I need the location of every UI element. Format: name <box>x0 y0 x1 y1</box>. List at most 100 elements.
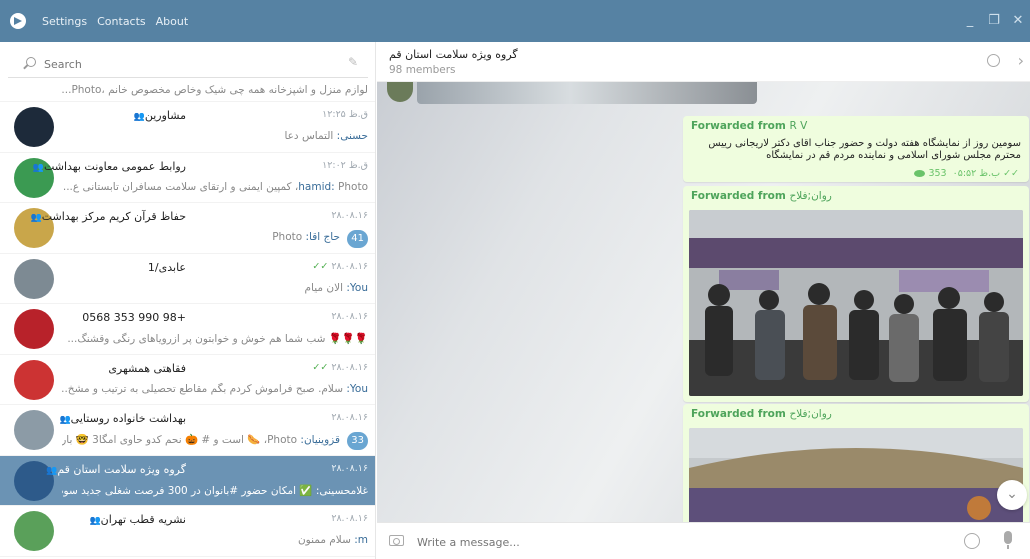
chat-title: روابط عمومی معاونت بهداشت👥 <box>32 159 186 173</box>
chat-preview: حسنی: التماس دعا <box>284 130 368 142</box>
microphone-icon[interactable] <box>1004 531 1012 549</box>
chevron-right-icon[interactable]: › <box>1018 51 1024 70</box>
chat-preview: m: سلام ممنون <box>297 534 368 546</box>
forwarded-label[interactable]: Forwarded from روان;فلاح <box>691 190 832 202</box>
chat-list-item[interactable]: روابط عمومی معاونت بهداشت👥 ۱۲:۰۲ ق.ظ hamid… <box>0 153 375 203</box>
chat-sender: hamid <box>298 180 332 193</box>
chat-list: لوازم منزل و اشپزخانه همه چی شیک وخاص مخ… <box>0 82 375 557</box>
read-ticks-icon: ✓✓ <box>312 361 329 373</box>
message-meta: 353 ۰۵:۵۲ ب.ظ ✓✓ <box>914 168 1019 179</box>
attach-camera-icon[interactable] <box>389 535 404 546</box>
chat-sender: حسنی <box>340 130 368 142</box>
chat-search-icon[interactable] <box>987 54 1000 67</box>
close-button[interactable]: ✕ <box>1006 0 1030 42</box>
chat-avatar[interactable] <box>14 258 54 299</box>
minimize-button[interactable]: _ <box>958 0 982 42</box>
messages-area[interactable]: Forwarded from R V سومین روز از نمایشگاه… <box>377 82 1030 522</box>
chat-time: ۲۸.۰۸.۱۶ <box>331 412 368 423</box>
chat-title: بهداشت خانواده روستایی👥 <box>59 412 186 425</box>
chat-title: نشریه قطب تهران👥 <box>89 513 186 526</box>
chat-title: فقاهتی همشهری <box>108 361 186 375</box>
chat-sender: غلامحسینی <box>319 484 368 497</box>
message-bubble[interactable]: Forwarded from روان;فلاح <box>683 404 1029 522</box>
group-icon: 👥 <box>133 112 145 122</box>
about-menu-item[interactable]: About <box>156 15 189 28</box>
chat-time: ۲۸.۰۸.۱۶ <box>331 462 368 474</box>
chat-preview: قزوینیان: Photo، 🌭 است و # 🎃 نحم کدو حاو… <box>62 434 340 446</box>
chat-sender: m <box>357 534 368 546</box>
message-composer <box>377 522 1030 559</box>
compose-pencil-icon[interactable]: ✎ <box>348 55 358 69</box>
chat-avatar[interactable] <box>14 511 54 551</box>
chat-preview: حاج اقا: Photo <box>272 231 340 243</box>
message-photo[interactable] <box>689 428 1023 522</box>
chat-preview: You: الان میام <box>304 281 368 294</box>
chat-time: ۲۸.۰۸.۱۶ <box>331 311 368 322</box>
sender-avatar[interactable] <box>387 82 413 102</box>
chat-preview: hamid: Photo، کمپین ایمنی و ارتقای سلامت… <box>62 180 368 193</box>
chat-list-item[interactable]: لوازم منزل و اشپزخانه همه چی شیک وخاص مخ… <box>0 82 375 102</box>
forwarded-label[interactable]: Forwarded from روان;فلاح <box>691 408 832 420</box>
group-icon: 👥 <box>32 162 44 173</box>
group-icon: 👥 <box>46 465 58 476</box>
search-input[interactable] <box>44 54 324 74</box>
chat-sender: حاج اقا <box>309 231 340 243</box>
chat-time: ۱۲:۰۲ ق.ظ <box>322 159 368 171</box>
chat-list-item[interactable]: عابدی/1 ✓✓ ۲۸.۰۸.۱۶ You: الان میام <box>0 254 375 304</box>
group-icon: 👥 <box>59 415 71 425</box>
chat-header-title[interactable]: گروه ویژه سلامت استان قم <box>389 48 518 61</box>
chat-list-item[interactable]: بهداشت خانواده روستایی👥 ۲۸.۰۸.۱۶ قزوینیان:… <box>0 405 375 456</box>
restore-button[interactable]: ❐ <box>982 0 1006 42</box>
read-ticks-icon: ✓✓ <box>1003 168 1019 179</box>
chat-time: ۲۸.۰۸.۱۶ <box>331 210 368 221</box>
chat-header-members: 98 members <box>389 64 456 76</box>
message-photo[interactable] <box>689 210 1023 396</box>
chat-list-item[interactable]: حفاظ قرآن کریم مرکز بهداشت👥 ۲۸.۰۸.۱۶ حاج ا… <box>0 203 375 254</box>
chat-preview: 🌹🌹🌹 شب شما هم خوش و خوابتون پر ازرویاهای… <box>67 333 368 345</box>
chat-sender: You <box>349 281 368 294</box>
forwarded-label[interactable]: Forwarded from R V <box>691 120 807 132</box>
chat-time: ۲۸.۰۸.۱۶ <box>331 513 368 524</box>
window-controls: _ ❐ ✕ <box>958 0 1030 42</box>
views-eye-icon <box>914 170 926 177</box>
chat-preview: You: سلام. صبح فراموش کردم بگم مقاطع تحص… <box>62 382 368 395</box>
chat-preview: غلامحسینی: ✅ امکان حضور #بانوان در 300 ف… <box>62 484 368 497</box>
contacts-menu-item[interactable]: Contacts <box>97 15 146 28</box>
chat-avatar[interactable] <box>14 359 54 400</box>
chat-avatar[interactable] <box>14 410 54 450</box>
group-icon: 👥 <box>30 213 42 223</box>
message-input[interactable] <box>417 533 917 551</box>
scroll-down-button[interactable]: ⌄ <box>997 480 1027 510</box>
chat-time: ✓✓ ۲۸.۰۸.۱۶ <box>312 361 368 373</box>
settings-menu-item[interactable]: Settings <box>42 15 87 28</box>
chat-title: عابدی/1 <box>147 260 186 274</box>
search-bar: ✎ <box>8 50 368 78</box>
chat-list-item[interactable]: فقاهتی همشهری ✓✓ ۲۸.۰۸.۱۶ You: سلام. صبح فر… <box>0 355 375 405</box>
chat-list-item[interactable]: نشریه قطب تهران👥 ۲۸.۰۸.۱۶ m: سلام ممنون <box>0 506 375 557</box>
message-photo[interactable] <box>417 82 757 104</box>
message-bubble[interactable]: Forwarded from R V سومین روز از نمایشگاه… <box>683 116 1029 182</box>
main-menu: Settings Contacts About <box>42 15 188 28</box>
chat-list-item[interactable]: +98 990 353 0568 ۲۸.۰۸.۱۶ 🌹🌹🌹 شب شما هم خو… <box>0 304 375 355</box>
telegram-logo-icon <box>10 13 26 29</box>
message-text: سومین روز از نمایشگاه هفته دولت و حضور ج… <box>708 138 1021 161</box>
group-icon: 👥 <box>89 516 101 526</box>
emoji-icon[interactable] <box>964 533 980 549</box>
read-ticks-icon: ✓✓ <box>312 260 329 272</box>
search-icon <box>26 57 36 67</box>
title-bar: Settings Contacts About _ ❐ ✕ <box>0 0 1030 42</box>
chat-avatar[interactable] <box>14 107 54 147</box>
chat-title: گروه ویژه سلامت استان قم👥 <box>46 462 186 476</box>
unread-badge: 41 <box>347 230 368 248</box>
chat-list-item[interactable]: گروه ویژه سلامت استان قم👥 ۲۸.۰۸.۱۶ غلامحسی… <box>0 455 375 506</box>
chat-time: ۱۲:۲۵ ق.ظ <box>322 109 368 120</box>
chat-list-item[interactable]: مشاورین👥 ۱۲:۲۵ ق.ظ حسنی: التماس دعا <box>0 102 375 153</box>
chat-title: حفاظ قرآن کریم مرکز بهداشت👥 <box>30 210 187 223</box>
chat-title: مشاورین👥 <box>133 109 186 122</box>
chat-sender: You <box>349 382 368 395</box>
chat-avatar[interactable] <box>14 309 54 349</box>
chat-sidebar: ✎ لوازم منزل و اشپزخانه همه چی شیک وخاص … <box>0 42 376 559</box>
unread-badge: 33 <box>347 432 368 450</box>
chat-preview: لوازم منزل و اشپزخانه همه چی شیک وخاص مخ… <box>62 84 368 96</box>
message-bubble[interactable]: Forwarded from روان;فلاح <box>683 186 1029 402</box>
